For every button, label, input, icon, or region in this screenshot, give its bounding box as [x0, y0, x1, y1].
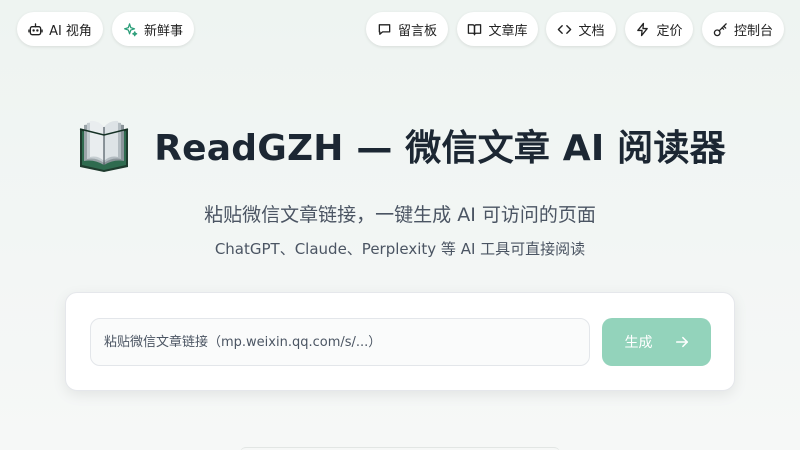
arrow-right-icon — [675, 336, 688, 348]
book-open-icon — [468, 23, 482, 35]
key-icon — [713, 22, 727, 36]
nav-news[interactable]: 新鲜事 — [112, 12, 194, 46]
nav-article-library[interactable]: 文章库 — [457, 12, 538, 46]
book-icon — [80, 120, 129, 172]
nav-label: 留言板 — [397, 23, 437, 39]
nav-console[interactable]: 控制台 — [702, 12, 784, 46]
hero-supporting-text: ChatGPT、Claude、Perplexity 等 AI 工具可直接阅读 — [214, 240, 586, 258]
nav-label: 文档 — [578, 23, 605, 39]
lightning-icon — [637, 22, 649, 36]
nav-pricing[interactable]: 定价 — [625, 12, 693, 46]
nav-label: 文章库 — [488, 23, 528, 39]
robot-icon — [28, 22, 43, 35]
code-icon — [558, 24, 572, 34]
article-url-input[interactable] — [90, 318, 590, 366]
message-icon — [378, 23, 391, 35]
sparkle-icon — [123, 22, 138, 36]
generate-button-label: 生成 — [624, 335, 653, 351]
nav-label: 新鲜事 — [143, 23, 183, 39]
nav-docs[interactable]: 文档 — [546, 12, 616, 46]
hero-title-row: ReadGZH — 微信文章 AI 阅读器 — [0, 112, 800, 178]
nav-label: 控制台 — [733, 23, 773, 39]
page-title: ReadGZH — 微信文章 AI 阅读器 — [154, 128, 726, 169]
generate-button[interactable]: 生成 — [602, 318, 711, 366]
url-form-card: 生成 — [65, 292, 735, 391]
hero-subtitle: 粘贴微信文章链接，一键生成 AI 可访问的页面 — [204, 204, 596, 226]
nav-label: 定价 — [656, 23, 683, 39]
nav-ai-perspective[interactable]: AI 视角 — [17, 12, 103, 46]
nav-label: AI 视角 — [49, 23, 92, 39]
nav-message-board[interactable]: 留言板 — [366, 12, 448, 46]
